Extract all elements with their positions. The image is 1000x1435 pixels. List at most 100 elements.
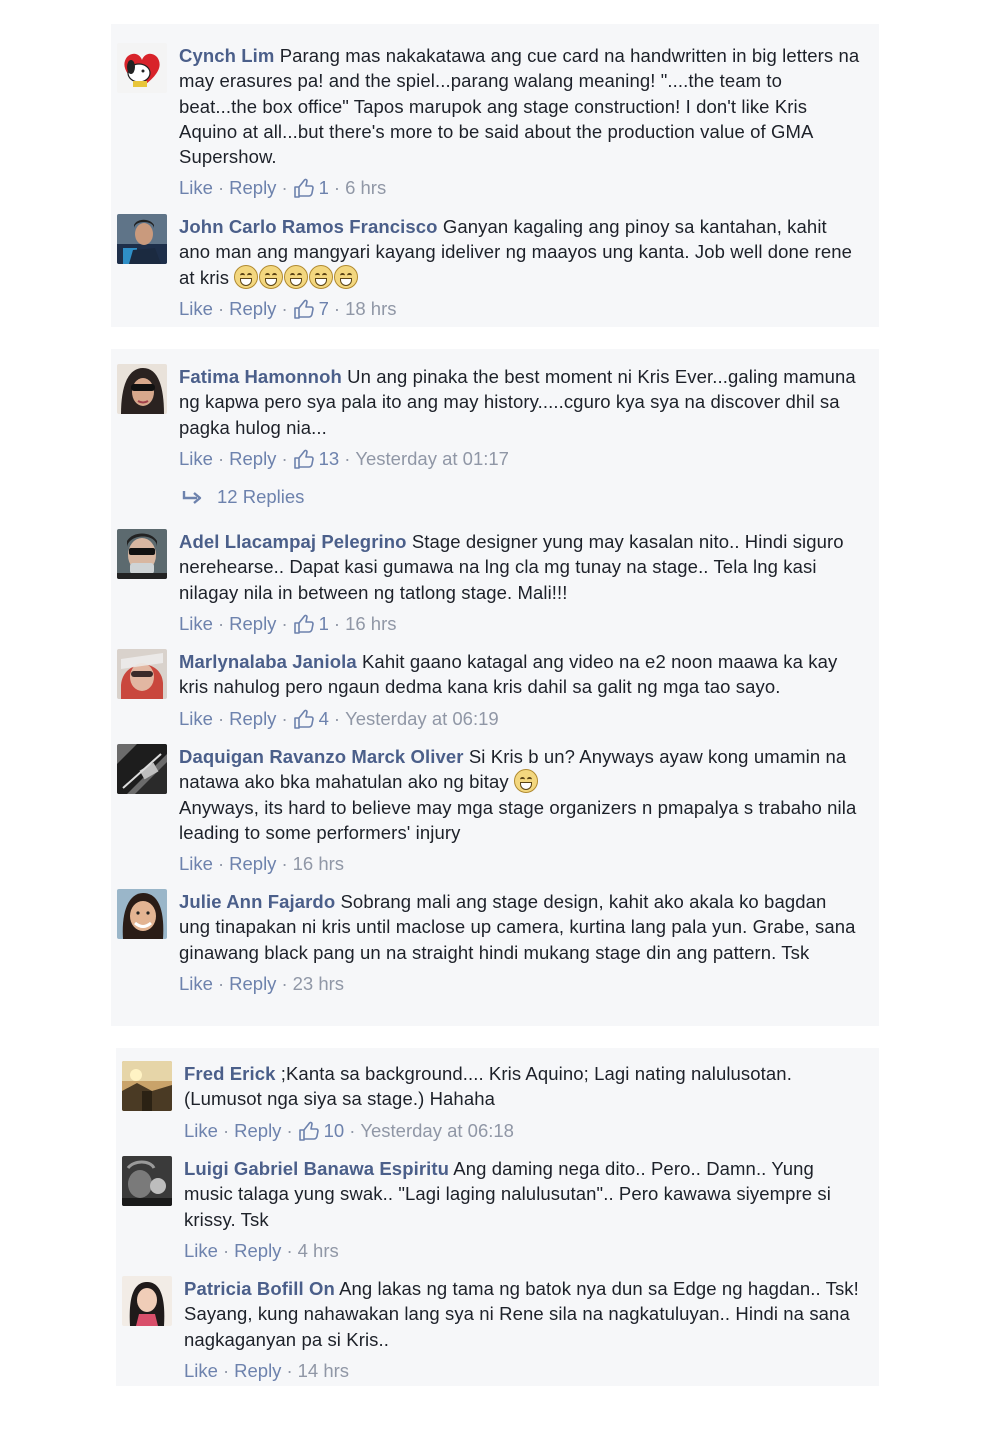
commenter-name[interactable]: Adel Llacampaj Pelegrino [179,531,407,552]
comment-actions: Like · Reply · 13 · Yesterday at 01:17 [179,447,861,471]
like-link[interactable]: Like [179,972,213,996]
like-count[interactable]: 13 [319,447,340,471]
comment-card-1: Cynch Lim Parang mas nakakatawa ang cue … [111,24,879,327]
avatar[interactable] [117,364,167,414]
commenter-name[interactable]: Luigi Gabriel Banawa Espiritu [184,1158,449,1179]
thumbs-up-icon [293,449,314,469]
commenter-name[interactable]: Fred Erick [184,1063,276,1084]
dot-separator: · [286,1119,293,1141]
comment-actions: Like · Reply · 7 · 18 hrs [179,297,861,321]
comment-body: Marlynalaba Janiola Kahit gaano katagal … [179,649,861,700]
timestamp[interactable]: 18 hrs [345,297,396,321]
comment-actions: Like · Reply · 4 hrs [184,1239,861,1263]
commenter-name[interactable]: Fatima Hamonnoh [179,366,342,387]
reply-link[interactable]: Reply [229,297,276,321]
avatar[interactable] [117,744,167,794]
comment-actions: Like · Reply · 4 · Yesterday at 06:19 [179,707,861,731]
timestamp[interactable]: 23 hrs [293,972,344,996]
reply-link[interactable]: Reply [229,447,276,471]
reply-link[interactable]: Reply [234,1359,281,1383]
like-link[interactable]: Like [179,447,213,471]
thumbs-up-icon [293,179,314,199]
like-link[interactable]: Like [184,1359,218,1383]
dot-separator: · [222,1239,230,1261]
commenter-name[interactable]: Patricia Bofill On [184,1278,335,1299]
dot-separator: · [217,612,225,634]
dot-separator: · [217,853,225,875]
comment-body: Daquigan Ravanzo Marck Oliver Si Kris b … [179,744,861,795]
laughing-emoji-icon [234,264,359,289]
comment-body: Cynch Lim Parang mas nakakatawa ang cue … [179,43,861,169]
like-link[interactable]: Like [184,1239,218,1263]
like-link[interactable]: Like [179,852,213,876]
dot-separator: · [333,612,341,634]
timestamp[interactable]: Yesterday at 06:19 [345,707,499,731]
like-link[interactable]: Like [179,297,213,321]
commenter-name[interactable]: John Carlo Ramos Francisco [179,216,438,237]
avatar[interactable] [117,889,167,939]
reply-arrow-icon [182,490,202,504]
commenter-name[interactable]: Julie Ann Fajardo [179,891,335,912]
avatar[interactable] [122,1156,172,1206]
thumbs-up-icon [298,1121,319,1141]
timestamp[interactable]: Yesterday at 01:17 [355,447,509,471]
like-link[interactable]: Like [179,707,213,731]
avatar[interactable] [117,214,167,264]
comment-body: Luigi Gabriel Banawa Espiritu Ang daming… [184,1156,861,1232]
reply-link[interactable]: Reply [229,707,276,731]
comment-card-2: Fatima Hamonnoh Un ang pinaka the best m… [111,349,879,1026]
like-link[interactable]: Like [179,176,213,200]
comment-body: John Carlo Ramos Francisco Ganyan kagali… [179,214,861,290]
comment-actions: Like · Reply · 14 hrs [184,1359,861,1383]
dot-separator: · [281,447,288,469]
timestamp[interactable]: 16 hrs [293,852,344,876]
dot-separator: · [286,1359,293,1381]
dot-separator: · [217,972,225,994]
dot-separator: · [349,1119,356,1141]
dot-separator: · [344,447,351,469]
comment-text: Parang mas nakakatawa ang cue card na ha… [179,45,860,168]
like-count[interactable]: 4 [319,707,329,731]
reply-link[interactable]: Reply [234,1119,281,1143]
comment-card-3: Fred Erick ;Kanta sa background.... Kris… [116,1048,879,1386]
like-link[interactable]: Like [179,612,213,636]
commenter-name[interactable]: Cynch Lim [179,45,274,66]
dot-separator: · [217,297,225,319]
dot-separator: · [333,707,341,729]
timestamp[interactable]: 14 hrs [298,1359,349,1383]
comment-body: Julie Ann Fajardo Sobrang mali ang stage… [179,889,861,965]
avatar[interactable] [122,1061,172,1111]
avatar[interactable] [117,649,167,699]
comment-body: Adel Llacampaj Pelegrino Stage designer … [179,529,861,605]
like-link[interactable]: Like [184,1119,218,1143]
dot-separator: · [217,177,225,199]
comment-actions: Like · Reply · 1 · 6 hrs [179,176,861,200]
like-count[interactable]: 10 [324,1119,345,1143]
timestamp[interactable]: 6 hrs [345,176,386,200]
reply-link[interactable]: Reply [229,612,276,636]
dot-separator: · [222,1359,230,1381]
commenter-name[interactable]: Marlynalaba Janiola [179,651,357,672]
dot-separator: · [217,447,225,469]
like-count[interactable]: 1 [319,612,329,636]
reply-link[interactable]: Reply [229,852,276,876]
replies-count[interactable]: 12 Replies [217,486,304,508]
dot-separator: · [281,297,288,319]
timestamp[interactable]: 16 hrs [345,612,396,636]
comment-actions: Like · Reply · 10 · Yesterday at 06:18 [184,1119,861,1143]
comment-body: Fred Erick ;Kanta sa background.... Kris… [184,1061,861,1112]
dot-separator: · [222,1119,230,1141]
avatar[interactable] [122,1276,172,1326]
reply-link[interactable]: Reply [229,176,276,200]
commenter-name[interactable]: Daquigan Ravanzo Marck Oliver [179,746,464,767]
thumbs-up-icon [293,614,314,634]
timestamp[interactable]: Yesterday at 06:18 [360,1119,514,1143]
like-count[interactable]: 7 [319,297,329,321]
avatar[interactable] [117,529,167,579]
view-replies-link[interactable]: 12 Replies [181,486,861,508]
avatar[interactable] [117,43,167,93]
timestamp[interactable]: 4 hrs [298,1239,339,1263]
reply-link[interactable]: Reply [229,972,276,996]
reply-link[interactable]: Reply [234,1239,281,1263]
like-count[interactable]: 1 [319,176,329,200]
